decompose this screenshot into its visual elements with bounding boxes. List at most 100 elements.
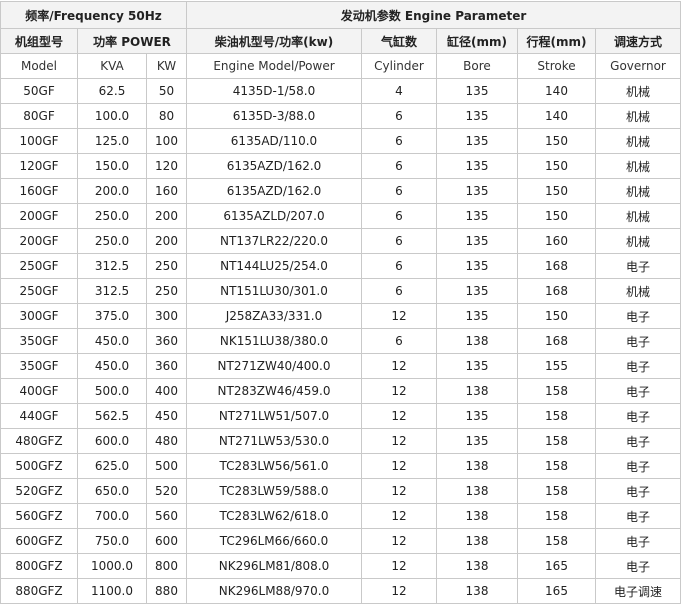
kva-cell: 1100.0 (77, 578, 147, 604)
kw-cell: 250 (146, 278, 187, 304)
bore-cell: 135 (436, 153, 518, 179)
kw-cell: 450 (146, 403, 187, 429)
bore-cell: 138 (436, 528, 518, 554)
governor-cell: 机械 (594, 278, 681, 304)
model-cell: 250GF (0, 278, 78, 304)
governor-cell: 电子 (594, 478, 681, 504)
cylinder-cell: 6 (361, 328, 437, 354)
kva-cell: 750.0 (77, 528, 147, 554)
header-stroke-en: Stroke (517, 53, 596, 79)
cylinder-cell: 6 (361, 228, 437, 254)
header-cylinder-en: Cylinder (361, 53, 437, 79)
bore-cell: 138 (436, 378, 518, 404)
kva-cell: 450.0 (77, 353, 147, 379)
stroke-cell: 158 (517, 378, 596, 404)
bore-cell: 138 (436, 503, 518, 529)
engine-model-cell: NK296LM88/970.0 (186, 578, 362, 604)
spec-table-body: 50GF 62.5 50 4135D-1/58.0 4 135 140 机械 80GF 100.0… (0, 78, 681, 604)
model-cell: 350GF (0, 328, 78, 354)
kva-cell: 200.0 (77, 178, 147, 204)
kva-cell: 62.5 (77, 78, 147, 104)
model-cell: 500GFZ (0, 453, 78, 479)
bore-cell: 135 (436, 78, 518, 104)
kw-cell: 120 (146, 153, 187, 179)
header-power-cn: 功率 POWER (77, 28, 187, 54)
model-cell: 560GFZ (0, 503, 78, 529)
engine-model-cell: NT271LW51/507.0 (186, 403, 362, 429)
cylinder-cell: 6 (361, 278, 437, 304)
kw-cell: 560 (146, 503, 187, 529)
engine-model-cell: TC283LW59/588.0 (186, 478, 362, 504)
governor-cell: 机械 (594, 128, 681, 154)
governor-cell: 机械 (594, 178, 681, 204)
model-cell: 400GF (0, 378, 78, 404)
governor-cell: 机械 (594, 103, 681, 129)
table-row: 50GF 62.5 50 4135D-1/58.0 4 135 140 机械 (0, 78, 681, 104)
kw-cell: 80 (146, 103, 187, 129)
kw-cell: 600 (146, 528, 187, 554)
stroke-cell: 150 (517, 203, 596, 229)
table-row: 80GF 100.0 80 6135D-3/88.0 6 135 140 机械 (0, 103, 681, 129)
engine-model-cell: NT283ZW46/459.0 (186, 378, 362, 404)
governor-cell: 电子 (594, 528, 681, 554)
engine-model-cell: NK151LU38/380.0 (186, 328, 362, 354)
kw-cell: 160 (146, 178, 187, 204)
header-model-cn: 机组型号 (0, 28, 78, 54)
bore-cell: 135 (436, 303, 518, 329)
cylinder-cell: 6 (361, 103, 437, 129)
bore-cell: 138 (436, 578, 518, 604)
model-cell: 120GF (0, 153, 78, 179)
cylinder-cell: 12 (361, 378, 437, 404)
stroke-cell: 165 (517, 553, 596, 579)
kw-cell: 800 (146, 553, 187, 579)
table-row: 350GF 450.0 360 NK151LU38/380.0 6 138 168 电子 (0, 328, 681, 354)
engine-model-cell: TC296LM66/660.0 (186, 528, 362, 554)
stroke-cell: 168 (517, 328, 596, 354)
table-row: 440GF 562.5 450 NT271LW51/507.0 12 135 158 电子 (0, 403, 681, 429)
bore-cell: 135 (436, 203, 518, 229)
model-cell: 350GF (0, 353, 78, 379)
cylinder-cell: 12 (361, 553, 437, 579)
kw-cell: 200 (146, 228, 187, 254)
model-cell: 200GF (0, 203, 78, 229)
table-row: 600GFZ 750.0 600 TC296LM66/660.0 12 138 158 电子 (0, 528, 681, 554)
header-kw-en: KW (146, 53, 187, 79)
model-cell: 300GF (0, 303, 78, 329)
table-row: 200GF 250.0 200 6135AZLD/207.0 6 135 150 机械 (0, 203, 681, 229)
header-model-en: Model (0, 53, 78, 79)
cylinder-cell: 12 (361, 428, 437, 454)
chinese-header-row: 机组型号 功率 POWER 柴油机型号/功率(kw) 气缸数 缸径(mm) 行程… (0, 28, 681, 54)
kw-cell: 250 (146, 253, 187, 279)
engine-model-cell: NT271ZW40/400.0 (186, 353, 362, 379)
cylinder-cell: 12 (361, 453, 437, 479)
stroke-cell: 158 (517, 528, 596, 554)
model-cell: 160GF (0, 178, 78, 204)
cylinder-cell: 12 (361, 303, 437, 329)
cylinder-cell: 12 (361, 353, 437, 379)
stroke-cell: 150 (517, 178, 596, 204)
header-stroke-cn: 行程(mm) (517, 28, 596, 54)
governor-cell: 电子 (594, 503, 681, 529)
kva-cell: 500.0 (77, 378, 147, 404)
model-cell: 600GFZ (0, 528, 78, 554)
cylinder-cell: 12 (361, 403, 437, 429)
governor-cell: 电子 (594, 378, 681, 404)
table-row: 120GF 150.0 120 6135AZD/162.0 6 135 150 机械 (0, 153, 681, 179)
engine-model-cell: NK296LM81/808.0 (186, 553, 362, 579)
kva-cell: 600.0 (77, 428, 147, 454)
model-cell: 880GFZ (0, 578, 78, 604)
stroke-cell: 158 (517, 503, 596, 529)
header-governor-en: Governor (594, 53, 681, 79)
kw-cell: 50 (146, 78, 187, 104)
kw-cell: 520 (146, 478, 187, 504)
table-row: 400GF 500.0 400 NT283ZW46/459.0 12 138 158 电子 (0, 378, 681, 404)
kva-cell: 562.5 (77, 403, 147, 429)
table-row: 560GFZ 700.0 560 TC283LW62/618.0 12 138 158 电子 (0, 503, 681, 529)
bore-cell: 135 (436, 228, 518, 254)
engine-model-cell: 6135AD/110.0 (186, 128, 362, 154)
cylinder-cell: 6 (361, 203, 437, 229)
kva-cell: 250.0 (77, 203, 147, 229)
governor-cell: 电子 (594, 553, 681, 579)
kw-cell: 360 (146, 328, 187, 354)
header-cylinder-cn: 气缸数 (361, 28, 437, 54)
